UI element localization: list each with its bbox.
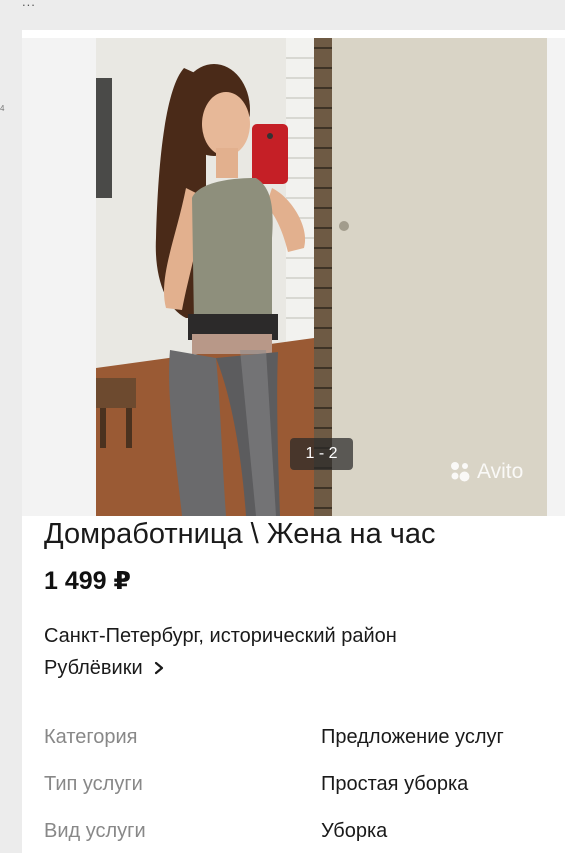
param-value: Простая уборка <box>321 773 469 795</box>
top-ellipsis: ... <box>22 0 36 9</box>
address-line-1: Санкт-Петербург, исторический район <box>44 625 397 647</box>
param-row-service-type: Тип услуги Простая уборка <box>44 761 564 808</box>
avito-watermark: Avito <box>448 457 523 487</box>
avito-logo-icon <box>451 462 470 482</box>
param-row-service-kind: Вид услуги Уборка <box>44 808 564 853</box>
param-value: Уборка <box>321 820 388 842</box>
address-line-2[interactable]: Рублёвики <box>44 652 544 684</box>
watermark-text: Avito <box>477 460 524 483</box>
listing-address[interactable]: Санкт-Петербург, исторический район Рубл… <box>44 620 544 684</box>
side-mark: 4 <box>0 104 5 113</box>
param-row-category: Категория Предложение услуг <box>44 714 564 761</box>
listing-params: Категория Предложение услуг Тип услуги П… <box>44 714 564 853</box>
photo-counter: 1 - 2 <box>290 438 353 470</box>
param-value: Предложение услуг <box>321 726 504 748</box>
param-label: Вид услуги <box>44 820 146 842</box>
photo-gallery[interactable]: 1 - 2 Avito <box>22 38 565 516</box>
listing-title: Домработница \ Жена на час <box>44 518 436 550</box>
chevron-right-icon[interactable] <box>153 661 165 675</box>
listing-price: 1 499 ₽ <box>44 567 131 595</box>
param-label: Категория <box>44 726 138 748</box>
address-district: Рублёвики <box>44 657 143 679</box>
listing-card: 1 - 2 Avito Домработница \ Жена на час 1… <box>22 30 565 853</box>
param-label: Тип услуги <box>44 773 143 795</box>
